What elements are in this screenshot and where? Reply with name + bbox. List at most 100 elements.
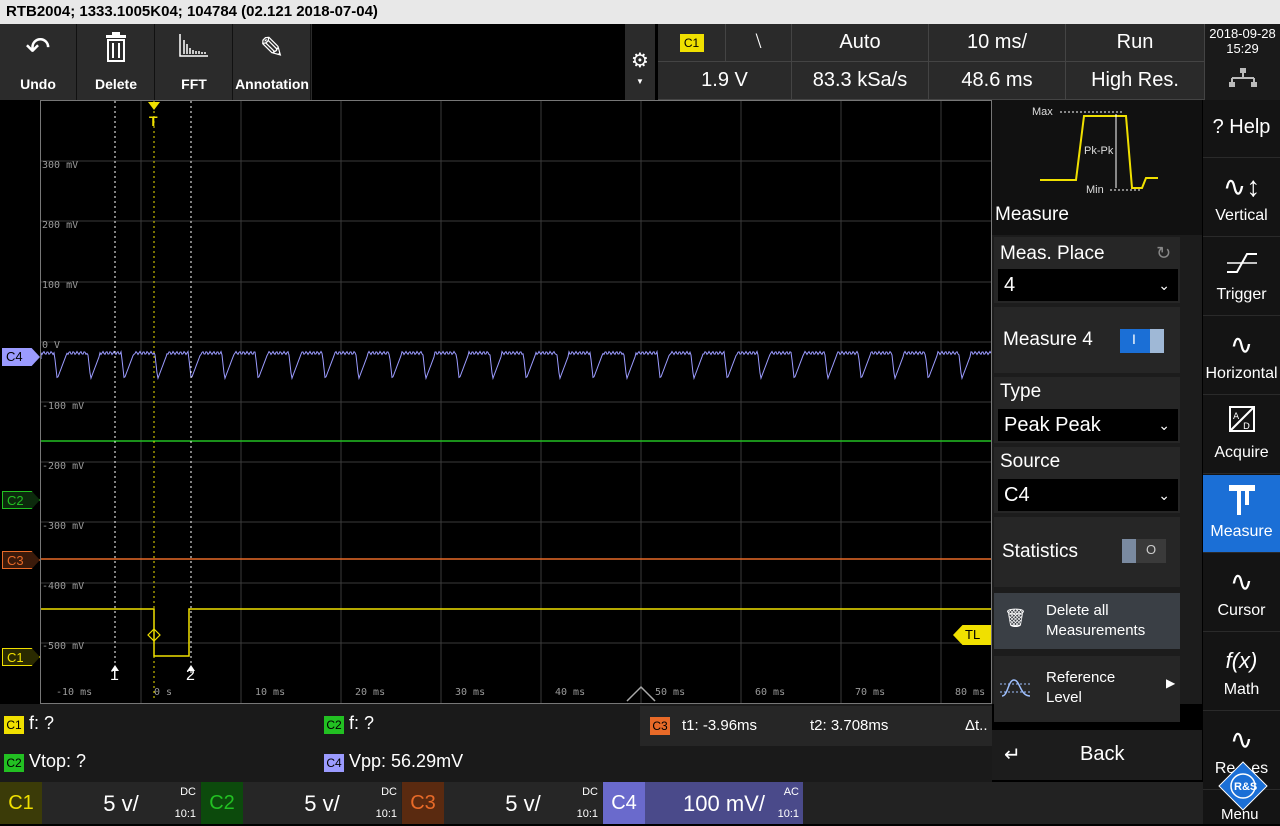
help-button[interactable]: ? Help: [1203, 100, 1280, 158]
channel-c1[interactable]: C1 5 v/ DC 10:1: [0, 782, 200, 824]
cursor-readout[interactable]: C3 t1: -3.96ms t2: 3.708ms Δt..: [640, 706, 992, 746]
cursor-2-label[interactable]: 2: [186, 667, 195, 685]
x-label: 70 ms: [855, 687, 886, 698]
back-arrow-icon: ↵: [1004, 744, 1021, 766]
c3-offset-marker[interactable]: C3: [2, 551, 40, 569]
min-label: Min: [1086, 184, 1104, 196]
source-dropdown[interactable]: C4 ⌄: [998, 479, 1178, 511]
cursor-delta: Δt..: [965, 717, 988, 734]
y-label-minus500mv: -500 mV: [42, 641, 85, 652]
source-item: Source C4 ⌄: [994, 447, 1180, 513]
statistics-label: Statistics: [1002, 541, 1079, 562]
x-label: 0 s: [154, 687, 173, 698]
reset-icon[interactable]: ↻: [1156, 243, 1171, 264]
waveform-canvas: [41, 101, 991, 703]
back-label: Back: [1080, 743, 1125, 765]
trigger-button[interactable]: Trigger: [1203, 238, 1280, 316]
trigger-slope[interactable]: ⧵: [726, 24, 792, 62]
time-offset[interactable]: 48.6 ms: [929, 62, 1066, 100]
clock: 2018-09-28 15:29: [1205, 24, 1280, 100]
measure-panel: Max Pk-Pk Min Measure Meas. Place ↻ 4 ⌄ …: [992, 100, 1202, 722]
status-panel: C1 ⧵ Auto 10 ms/ Run 1.9 V 83.3 kSa/s 48…: [658, 24, 1205, 100]
c4-coupling: AC: [783, 786, 799, 798]
pkpk-label: Pk-Pk: [1084, 145, 1114, 157]
network-icon: [1205, 68, 1280, 91]
x-label: 30 ms: [455, 687, 486, 698]
channel-c3[interactable]: C3 5 v/ DC 10:1: [402, 782, 602, 824]
measurement-readouts: C1 f: ? C2 f: ? C2 Vtop: ? C4 Vpp: 56.29…: [0, 704, 992, 782]
menu-button[interactable]: R&S Menu: [1203, 761, 1280, 824]
type-dropdown[interactable]: Peak Peak ⌄: [998, 409, 1178, 441]
math-button[interactable]: f(x) Math: [1203, 633, 1280, 711]
run-stop[interactable]: Run: [1066, 24, 1205, 62]
caliper-icon: [1203, 483, 1280, 523]
m1-value[interactable]: f: ?: [29, 713, 54, 734]
c4-offset-marker[interactable]: C4: [2, 348, 40, 366]
channel-c4[interactable]: C4 100 mV/ AC 10:1: [603, 782, 803, 824]
trigger-icon: [1203, 246, 1280, 286]
waveform-display[interactable]: T 1 2 TL: [40, 100, 992, 704]
measure4-toggle-item[interactable]: Measure 4 I: [994, 307, 1180, 373]
trigger-source[interactable]: C1: [658, 24, 726, 62]
acquire-button[interactable]: AD Acquire: [1203, 396, 1280, 474]
statistics-toggle-item[interactable]: Statistics O: [994, 517, 1180, 587]
cursor-button[interactable]: ∿ Cursor: [1203, 554, 1280, 632]
pencil-icon: ✎: [259, 32, 285, 65]
c1-offset-marker[interactable]: C1: [2, 648, 40, 666]
y-label-200mv: 200 mV: [42, 220, 79, 231]
y-label-minus400mv: -400 mV: [42, 581, 85, 592]
x-label: 40 ms: [555, 687, 586, 698]
cursor-1-label[interactable]: 1: [110, 667, 119, 685]
x-label: 50 ms: [655, 687, 686, 698]
delete-all-label: Delete all Measurements: [1046, 602, 1146, 639]
channel-offset-gutter: C4 C2 C3 C1: [0, 100, 40, 704]
meas-place-item: Meas. Place ↻ 4 ⌄: [994, 237, 1180, 303]
horizontal-button[interactable]: ∿ Horizontal: [1203, 317, 1280, 395]
annotation-button[interactable]: ✎ Annotation: [234, 24, 311, 100]
trigger-level[interactable]: 1.9 V: [658, 62, 792, 100]
chevron-down-icon: ⌄: [1158, 417, 1170, 433]
help-icon: ?: [1212, 116, 1224, 138]
settings-dropdown[interactable]: ⚙ ▼: [625, 24, 655, 100]
fft-icon: [156, 32, 232, 66]
off-icon: O: [1146, 542, 1157, 557]
vertical-scale-icon: ∿↕: [1222, 171, 1261, 202]
measure-button[interactable]: Measure: [1203, 475, 1280, 553]
reference-level-label: Reference Level: [1046, 669, 1116, 706]
trigger-mode[interactable]: Auto: [792, 24, 929, 62]
c2-offset-marker[interactable]: C2: [2, 491, 40, 509]
delete-button[interactable]: Delete: [78, 24, 155, 100]
reference-waveform-icon: ∿: [1229, 724, 1254, 755]
y-label-0v: 0 V: [42, 340, 61, 351]
x-label: 60 ms: [755, 687, 786, 698]
acquisition-mode[interactable]: High Res.: [1066, 62, 1205, 100]
c1-waveform: [41, 608, 991, 657]
timebase[interactable]: 10 ms/: [929, 24, 1066, 62]
vertical-button[interactable]: ∿↕ Vertical: [1203, 159, 1280, 237]
cursor-icon: ∿: [1229, 566, 1254, 597]
channel-c2[interactable]: C2 5 v/ DC 10:1: [201, 782, 401, 824]
x-label: 20 ms: [355, 687, 386, 698]
chevron-down-icon: ⌄: [1158, 487, 1170, 503]
undo-button[interactable]: ↶ Undo: [0, 24, 77, 100]
y-label-minus100mv: -100 mV: [42, 401, 85, 412]
m3-value[interactable]: Vtop: ?: [29, 751, 86, 772]
measure4-switch[interactable]: I: [1120, 329, 1164, 353]
chevron-right-icon: ▶: [1166, 676, 1176, 690]
reference-level-item[interactable]: Reference Level ▶: [994, 656, 1180, 722]
meas-place-dropdown[interactable]: 4 ⌄: [998, 269, 1178, 301]
c1-probe: 10:1: [174, 808, 196, 820]
m2-value[interactable]: f: ?: [349, 713, 374, 734]
type-item: Type Peak Peak ⌄: [994, 377, 1180, 443]
svg-text:A: A: [1233, 412, 1240, 422]
fft-button[interactable]: FFT: [156, 24, 233, 100]
back-button[interactable]: ↵ Back: [992, 730, 1202, 780]
trash-icon: [78, 32, 154, 66]
delete-all-button[interactable]: 🗑︎ Delete all Measurements: [994, 593, 1180, 649]
statistics-switch[interactable]: O: [1122, 539, 1166, 563]
date: 2018-09-28: [1209, 26, 1276, 41]
toolbar: ↶ Undo Delete FFT ✎ Annotation: [0, 24, 312, 100]
measure-illustration: Max Pk-Pk Min Measure: [992, 100, 1202, 235]
m4-value[interactable]: Vpp: 56.29mV: [349, 751, 463, 772]
trash-icon: 🗑︎: [1004, 608, 1027, 628]
